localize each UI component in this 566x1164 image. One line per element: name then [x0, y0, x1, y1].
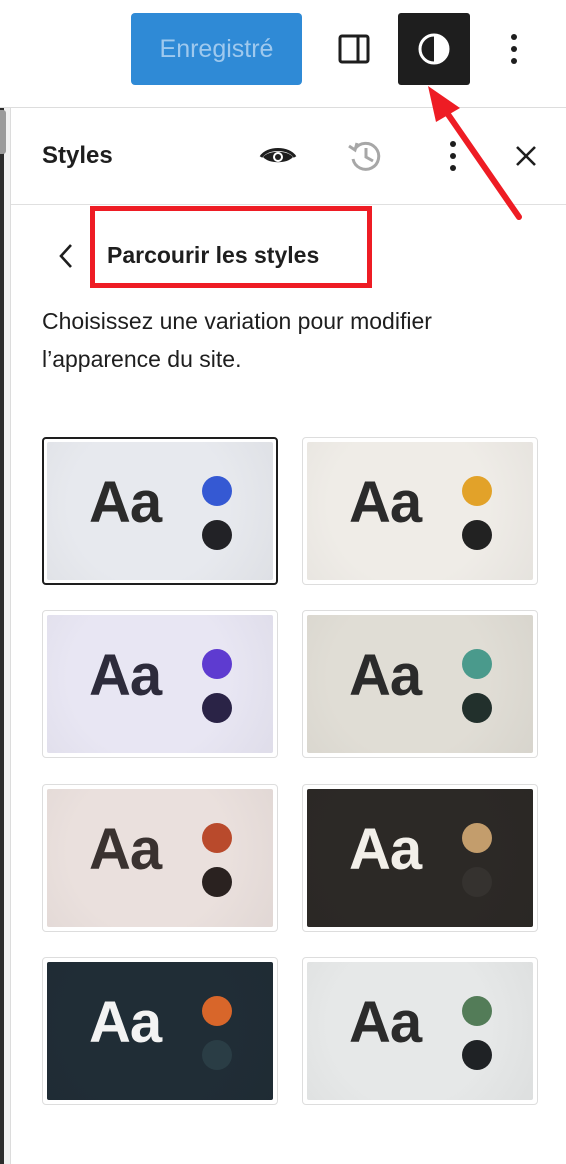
secondary-color-swatch — [202, 867, 232, 897]
secondary-color-swatch — [462, 1040, 492, 1070]
more-vertical-icon — [450, 141, 456, 171]
style-variation-card[interactable]: Aa — [42, 957, 278, 1105]
style-variation-card[interactable]: Aa — [302, 784, 538, 932]
typography-sample: Aa — [349, 470, 422, 535]
canvas-scroll-handle[interactable] — [0, 110, 6, 154]
typography-sample: Aa — [89, 470, 162, 535]
editor-canvas-frame — [0, 108, 4, 1164]
variation-preview: Aa — [47, 962, 273, 1100]
variation-preview: Aa — [47, 442, 273, 580]
editor-top-toolbar: Enregistré — [0, 0, 566, 108]
more-vertical-icon — [511, 34, 517, 64]
secondary-color-swatch — [202, 1040, 232, 1070]
style-variation-card[interactable]: Aa — [42, 437, 278, 585]
typography-sample: Aa — [349, 817, 422, 882]
accent-color-swatch — [202, 476, 232, 506]
annotation-highlight-box — [90, 206, 372, 288]
typography-sample: Aa — [349, 643, 422, 708]
style-variation-card[interactable]: Aa — [42, 784, 278, 932]
back-button[interactable] — [49, 236, 83, 276]
style-variation-card[interactable]: Aa — [302, 437, 538, 585]
saved-button[interactable]: Enregistré — [131, 13, 302, 85]
panel-header-divider — [11, 204, 566, 205]
style-variation-card[interactable]: Aa — [302, 610, 538, 758]
history-icon — [348, 141, 381, 171]
accent-color-swatch — [202, 996, 232, 1026]
variation-preview: Aa — [307, 789, 533, 927]
panel-header: Styles — [11, 108, 566, 204]
variation-preview: Aa — [307, 615, 533, 753]
variation-preview: Aa — [47, 615, 273, 753]
sidebar-toggle-icon — [338, 34, 370, 64]
close-icon — [516, 146, 536, 166]
chevron-left-icon — [59, 244, 72, 268]
style-variation-card[interactable]: Aa — [302, 957, 538, 1105]
typography-sample: Aa — [349, 990, 422, 1055]
variations-description: Choisissez une variation pour modifier l… — [42, 308, 432, 372]
revisions-button[interactable] — [341, 132, 389, 180]
typography-sample: Aa — [89, 817, 162, 882]
variation-preview: Aa — [307, 442, 533, 580]
accent-color-swatch — [202, 649, 232, 679]
secondary-color-swatch — [462, 693, 492, 723]
variation-preview: Aa — [307, 962, 533, 1100]
secondary-color-swatch — [202, 520, 232, 550]
accent-color-swatch — [462, 649, 492, 679]
secondary-color-swatch — [462, 520, 492, 550]
sidebar-toggle-button[interactable] — [318, 13, 390, 85]
accent-color-swatch — [462, 476, 492, 506]
accent-color-swatch — [462, 823, 492, 853]
secondary-color-swatch — [202, 693, 232, 723]
style-book-button[interactable] — [254, 132, 302, 180]
contrast-icon — [418, 33, 450, 65]
style-variation-card[interactable]: Aa — [42, 610, 278, 758]
styles-button[interactable] — [398, 13, 470, 85]
close-panel-button[interactable] — [502, 132, 550, 180]
accent-color-swatch — [202, 823, 232, 853]
options-menu-button[interactable] — [478, 13, 550, 85]
panel-title: Styles — [42, 142, 113, 169]
typography-sample: Aa — [89, 643, 162, 708]
variation-preview: Aa — [47, 789, 273, 927]
accent-color-swatch — [462, 996, 492, 1026]
eye-icon — [259, 148, 297, 163]
secondary-color-swatch — [462, 867, 492, 897]
panel-more-button[interactable] — [429, 132, 477, 180]
typography-sample: Aa — [89, 990, 162, 1055]
